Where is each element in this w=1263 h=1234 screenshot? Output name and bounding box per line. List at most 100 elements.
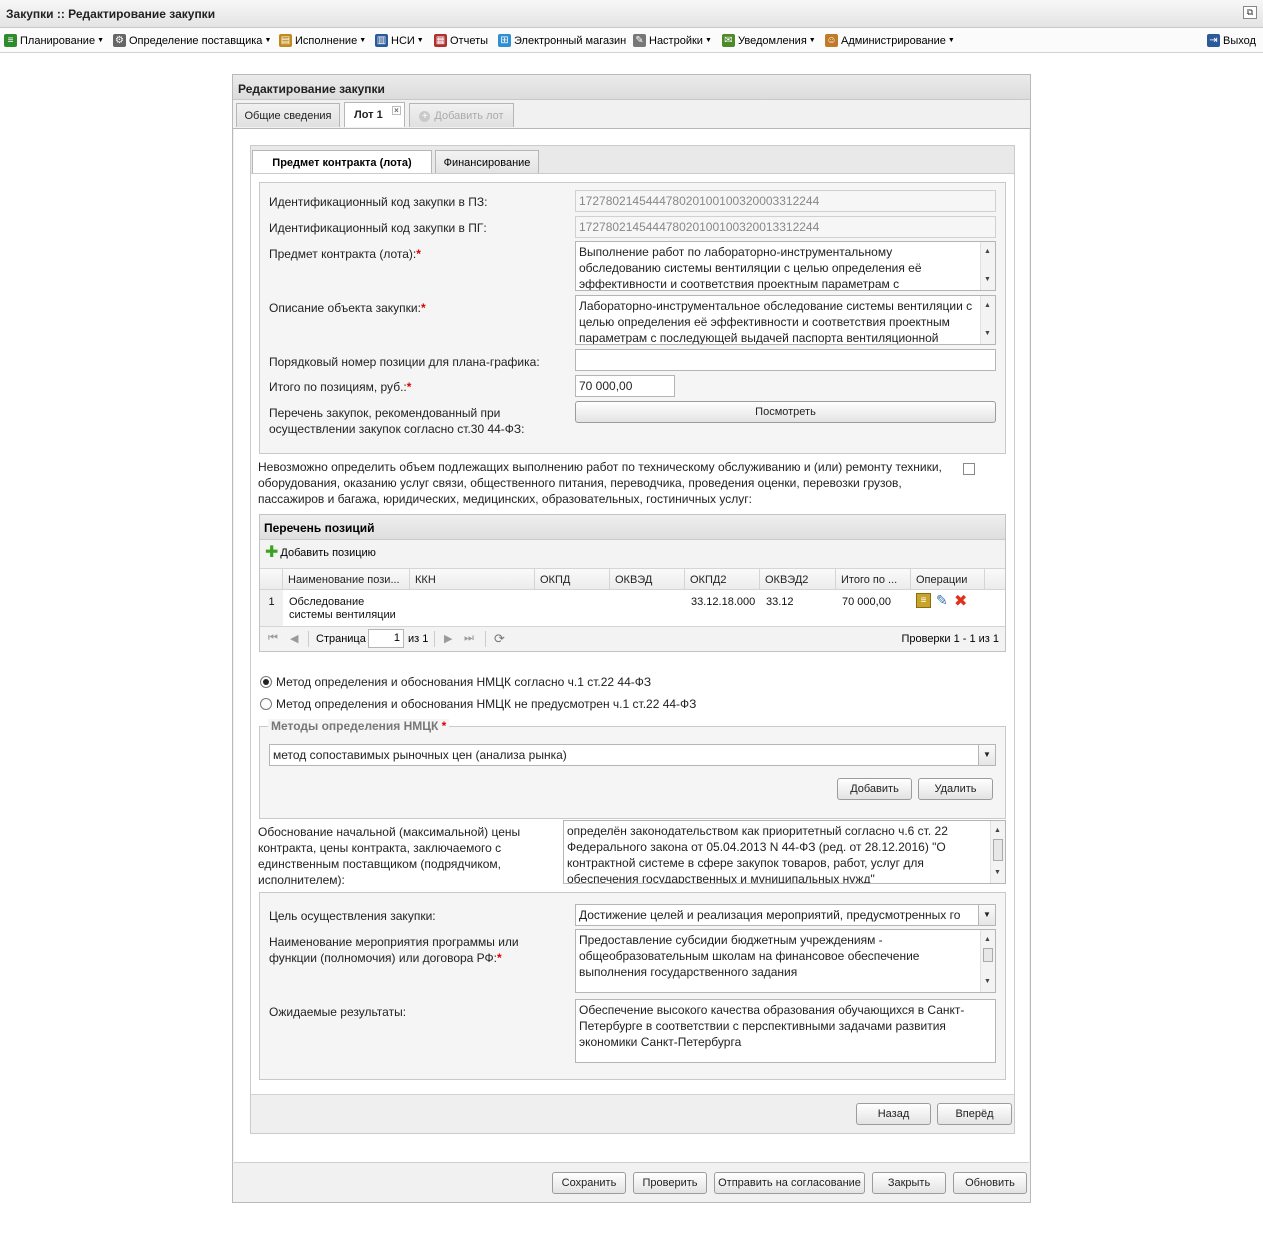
menu-supplier-determination[interactable]: ⚙ Определение поставщика ▼ [113,32,271,49]
inner-tab-strip: Предмет контракта (лота) Финансирование [250,145,1015,175]
window-title: Закупки :: Редактирование закупки [6,7,216,21]
scrollbar[interactable]: ▲ ▼ [990,821,1005,883]
justification-textarea[interactable]: определён законодательством как приорите… [563,820,1006,884]
column-okpd[interactable]: ОКПД [535,569,610,591]
required-marker: * [416,247,421,261]
back-button[interactable]: Назад [856,1103,931,1125]
total-field[interactable]: 70 000,00 [575,375,675,397]
nmck-method-label-2: Метод определения и обоснования НМЦК не … [276,697,697,711]
pz-code-field[interactable]: 172780214544478020100100320003312244 [575,190,996,212]
chevron-down-icon: ▼ [947,37,955,44]
required-marker: * [441,719,447,733]
menu-execution[interactable]: ▤ Исполнение ▼ [279,32,366,49]
tab-contract-subject[interactable]: Предмет контракта (лота) [252,150,432,175]
column-okved2[interactable]: ОКВЭД2 [760,569,836,591]
column-name[interactable]: Наименование пози... [283,569,410,591]
chevron-down-icon[interactable]: ▼ [978,905,995,925]
nmck-method-select[interactable]: метод сопоставимых рыночных цен (анализа… [269,744,996,766]
menu-planning[interactable]: ≡ Планирование ▼ [4,32,104,49]
column-okved[interactable]: ОКВЭД [610,569,685,591]
refresh-button[interactable]: Обновить [953,1172,1027,1194]
table-row[interactable]: 1 Обследование системы вентиляции 33.12.… [260,590,1005,626]
description-textarea[interactable]: Лабораторно-инструментальное обследовани… [575,295,996,345]
chevron-down-icon: ▼ [359,37,367,44]
nmck-method-radio-1[interactable] [260,676,272,688]
page-input[interactable]: 1 [368,629,404,648]
save-button[interactable]: Сохранить [552,1172,626,1194]
grid-toolbar: ✚ Добавить позицию [260,540,1005,568]
execution-icon: ▤ [279,34,292,47]
grid-pager: ⏮ ◀ Страница 1 из 1 ▶ ⏭ ⟳ Проверки 1 - 1… [260,626,1005,651]
main-menu: ≡ Планирование ▼ ⚙ Определение поставщика ▼ … [0,28,1263,53]
column-operations: Операции [911,569,985,591]
menu-administration[interactable]: ☺ Администрирование ▼ [825,32,955,49]
first-page-icon[interactable]: ⏮ [268,632,278,645]
required-marker: * [406,380,412,394]
form-title: Редактирование закупки [238,82,385,96]
close-button[interactable]: Закрыть [872,1172,946,1194]
tab-general[interactable]: Общие сведения [236,103,340,127]
column-rownum [260,569,283,591]
required-marker: * [420,301,426,315]
menu-eshop[interactable]: ⊞ Электронный магазин [498,32,626,49]
scrollbar[interactable]: ▲ ▼ [980,242,995,290]
column-okpd2[interactable]: ОКПД2 [685,569,760,591]
impossible-volume-label: Невозможно определить объем подлежащих в… [258,460,942,506]
nmck-methods-legend: Методы определения НМЦК * [268,719,450,733]
description-label: Описание объекта закупки:* [269,301,426,315]
logout-button[interactable]: ⇥ Выход [1207,32,1256,49]
subject-textarea[interactable]: Выполнение работ по лабораторно-инструме… [575,241,996,291]
tab-lot-1[interactable]: Лот 1 × [344,102,405,127]
nmck-method-radio-2[interactable] [260,698,272,710]
check-button[interactable]: Проверить [633,1172,707,1194]
row-okved2: 33.12 [766,596,794,608]
purpose-label: Цель осуществления закупки: [269,909,436,923]
restore-icon[interactable]: ⧉ [1243,6,1257,19]
row-number: 1 [260,590,283,626]
lot-navigation-bar: Назад Вперёд [251,1094,1014,1133]
results-textarea[interactable]: Обеспечение высокого качества образовани… [575,999,996,1063]
column-kkn[interactable]: ККН [410,569,535,591]
prev-page-icon[interactable]: ◀ [290,632,298,645]
lot-content: Предмет контракта (лота) Финансирование … [234,129,1029,1162]
chevron-down-icon: ▼ [264,37,272,44]
pg-code-field[interactable]: 172780214544478020100100320013312244 [575,216,996,238]
menu-settings[interactable]: ✎ Настройки ▼ [633,32,712,49]
main-fields-group: Идентификационный код закупки в ПЗ: 1727… [259,182,1006,454]
tab-financing[interactable]: Финансирование [435,150,539,175]
position-number-field[interactable] [575,349,996,371]
chevron-down-icon[interactable]: ▼ [978,745,995,765]
menu-notifications[interactable]: ✉ Уведомления ▼ [722,32,816,49]
page-count: из 1 [408,633,429,645]
edit-icon[interactable]: ✎ [936,592,948,609]
send-for-approval-button[interactable]: Отправить на согласование [714,1172,865,1194]
window-titlebar: Закупки :: Редактирование закупки ⧉ [0,0,1263,28]
column-total[interactable]: Итого по ... [836,569,911,591]
chevron-down-icon: ▼ [416,37,424,44]
purpose-select[interactable]: Достижение целей и реализация мероприяти… [575,904,996,926]
refresh-icon[interactable]: ⟳ [494,631,505,647]
nmck-methods-group: Методы определения НМЦК * метод сопостав… [259,719,1006,819]
details-icon[interactable]: ≡ [916,593,931,608]
view-button[interactable]: Посмотреть [575,401,996,423]
exit-icon: ⇥ [1207,34,1220,47]
delete-icon[interactable]: ✖ [954,591,967,611]
scrollbar[interactable]: ▲ ▼ [980,930,995,992]
menu-reports[interactable]: ▦ Отчеты [434,32,488,49]
user-icon: ☺ [825,34,838,47]
menu-nsi[interactable]: ▥ НСИ ▼ [375,32,424,49]
last-page-icon[interactable]: ⏭ [464,632,474,645]
close-icon[interactable]: × [392,106,401,115]
results-label: Ожидаемые результаты: [269,1005,407,1019]
add-method-button[interactable]: Добавить [837,778,912,800]
add-position-button[interactable]: ✚ Добавить позицию [265,545,376,561]
impossible-volume-checkbox[interactable] [963,463,975,475]
next-page-icon[interactable]: ▶ [444,632,452,645]
delete-method-button[interactable]: Удалить [918,778,993,800]
scrollbar[interactable]: ▲ ▼ [980,296,995,344]
event-textarea[interactable]: Предоставление субсидии бюджетным учрежд… [575,929,996,993]
wrench-icon: ✎ [633,34,646,47]
tab-add-lot[interactable]: + Добавить лот [409,103,514,127]
nmck-method-label-1: Метод определения и обоснования НМЦК сог… [276,675,652,689]
forward-button[interactable]: Вперёд [937,1103,1012,1125]
